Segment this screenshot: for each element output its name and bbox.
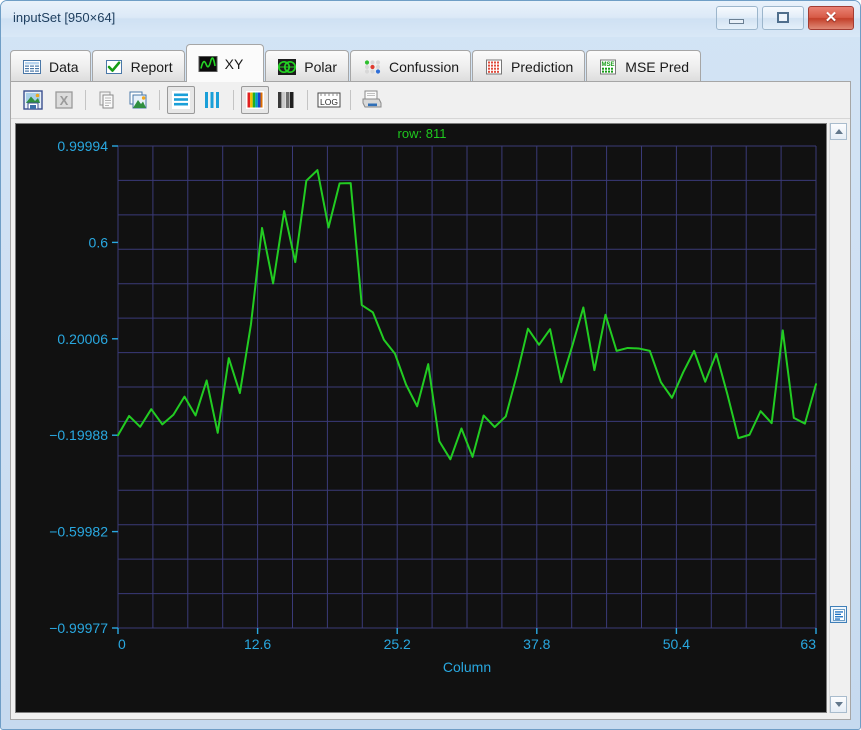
mse-grid-icon: MSE xyxy=(600,59,617,74)
svg-text:X: X xyxy=(60,93,69,108)
tab-polar[interactable]: Polar xyxy=(265,50,349,82)
svg-text:25.2: 25.2 xyxy=(384,636,411,652)
tab-bar: Data Report XY Polar Confussion Predicti… xyxy=(10,44,851,82)
waveform-icon xyxy=(198,55,218,72)
copy-image-icon xyxy=(129,91,147,109)
toolbar-separator xyxy=(85,90,86,110)
svg-text:0.6: 0.6 xyxy=(89,234,109,250)
tab-xy[interactable]: XY xyxy=(185,44,265,82)
tab-content-panel: X LOG row: 811 −0.99977 −0.59982 −0.1998… xyxy=(10,81,851,720)
tab-data[interactable]: Data xyxy=(10,50,91,82)
tab-label: Polar xyxy=(304,58,337,75)
svg-text:50.4: 50.4 xyxy=(663,636,690,652)
svg-text:12.6: 12.6 xyxy=(244,636,271,652)
save-picture-icon xyxy=(23,90,43,110)
maximize-icon xyxy=(777,12,789,23)
close-button[interactable]: ✕ xyxy=(808,6,854,30)
rows-view-button[interactable] xyxy=(167,86,195,114)
tab-prediction[interactable]: Prediction xyxy=(472,50,586,82)
copy-pages-icon xyxy=(99,91,114,109)
horizontal-bars-icon xyxy=(172,91,190,109)
svg-text:−0.59982: −0.59982 xyxy=(49,524,108,540)
tab-label: Confussion xyxy=(388,58,460,75)
log-scale-button[interactable]: LOG xyxy=(315,86,343,114)
toolbar-separator xyxy=(307,90,308,110)
printer-icon xyxy=(362,90,382,108)
scroll-down-button[interactable] xyxy=(830,696,847,713)
tab-label: Prediction xyxy=(511,58,574,75)
svg-text:Column: Column xyxy=(443,659,491,675)
toolbar-separator xyxy=(350,90,351,110)
toolbar-separator xyxy=(233,90,234,110)
xy-plot-panel[interactable]: row: 811 −0.99977 −0.59982 −0.19988 0.20006 0… xyxy=(15,123,827,713)
gray-bars-icon xyxy=(278,92,294,108)
tab-mse-pred[interactable]: MSE MSE Pred xyxy=(586,50,702,82)
svg-text:0: 0 xyxy=(118,636,126,652)
log-icon: LOG xyxy=(317,92,341,108)
export-excel-button[interactable]: X xyxy=(50,86,78,114)
svg-text:0.99994: 0.99994 xyxy=(57,138,108,154)
gray-mode-button[interactable] xyxy=(272,86,300,114)
svg-text:37.8: 37.8 xyxy=(523,636,550,652)
svg-text:63: 63 xyxy=(800,636,816,652)
plot-toolbar: X LOG xyxy=(11,82,850,119)
tab-label: Report xyxy=(130,58,173,75)
scroll-up-button[interactable] xyxy=(830,123,847,140)
svg-text:−0.19988: −0.19988 xyxy=(49,427,108,443)
svg-text:0.20006: 0.20006 xyxy=(57,331,108,347)
print-button[interactable] xyxy=(358,86,386,114)
plot-area-wrapper: row: 811 −0.99977 −0.59982 −0.19988 0.20006 0… xyxy=(11,119,850,719)
vertical-scrollbar[interactable] xyxy=(829,123,847,713)
minimize-button[interactable] xyxy=(716,6,758,30)
svg-text:LOG: LOG xyxy=(320,97,338,107)
chevron-down-icon xyxy=(834,702,843,707)
xy-line-chart: row: 811 −0.99977 −0.59982 −0.19988 0.20006 0… xyxy=(16,124,826,680)
application-window: inputSet [950×64] ✕ Data Report XY Polar… xyxy=(0,0,861,730)
dots-grid-icon xyxy=(364,59,381,74)
maximize-button[interactable] xyxy=(762,6,804,30)
polar-icon xyxy=(278,58,297,75)
window-controls: ✕ xyxy=(716,6,854,30)
title-bar: inputSet [950×64] ✕ xyxy=(1,1,860,37)
close-icon: ✕ xyxy=(824,9,838,26)
grid-red-icon xyxy=(486,59,503,74)
table-icon xyxy=(23,59,41,74)
tab-label: MSE Pred xyxy=(625,58,690,75)
tab-label: Data xyxy=(49,58,79,75)
color-bars-icon xyxy=(246,91,264,109)
columns-view-button[interactable] xyxy=(198,86,226,114)
window-title: inputSet [950×64] xyxy=(13,10,116,25)
tab-report[interactable]: Report xyxy=(91,50,185,82)
excel-icon: X xyxy=(55,91,73,109)
chevron-up-icon xyxy=(834,129,843,134)
list-lines-icon xyxy=(832,608,845,621)
copy-button[interactable] xyxy=(93,86,121,114)
svg-text:−0.99977: −0.99977 xyxy=(49,620,108,636)
vertical-bars-icon xyxy=(205,92,219,108)
checkmark-icon xyxy=(105,59,122,74)
toolbar-separator xyxy=(159,90,160,110)
tab-label: XY xyxy=(224,55,244,72)
save-image-button[interactable] xyxy=(19,86,47,114)
svg-text:row: 811: row: 811 xyxy=(398,126,447,141)
color-mode-button[interactable] xyxy=(241,86,269,114)
svg-text:MSE: MSE xyxy=(602,62,615,68)
copy-image-button[interactable] xyxy=(124,86,152,114)
scrollbar-thumb[interactable] xyxy=(830,606,847,623)
minimize-icon xyxy=(729,19,744,24)
tab-confussion[interactable]: Confussion xyxy=(349,50,472,82)
